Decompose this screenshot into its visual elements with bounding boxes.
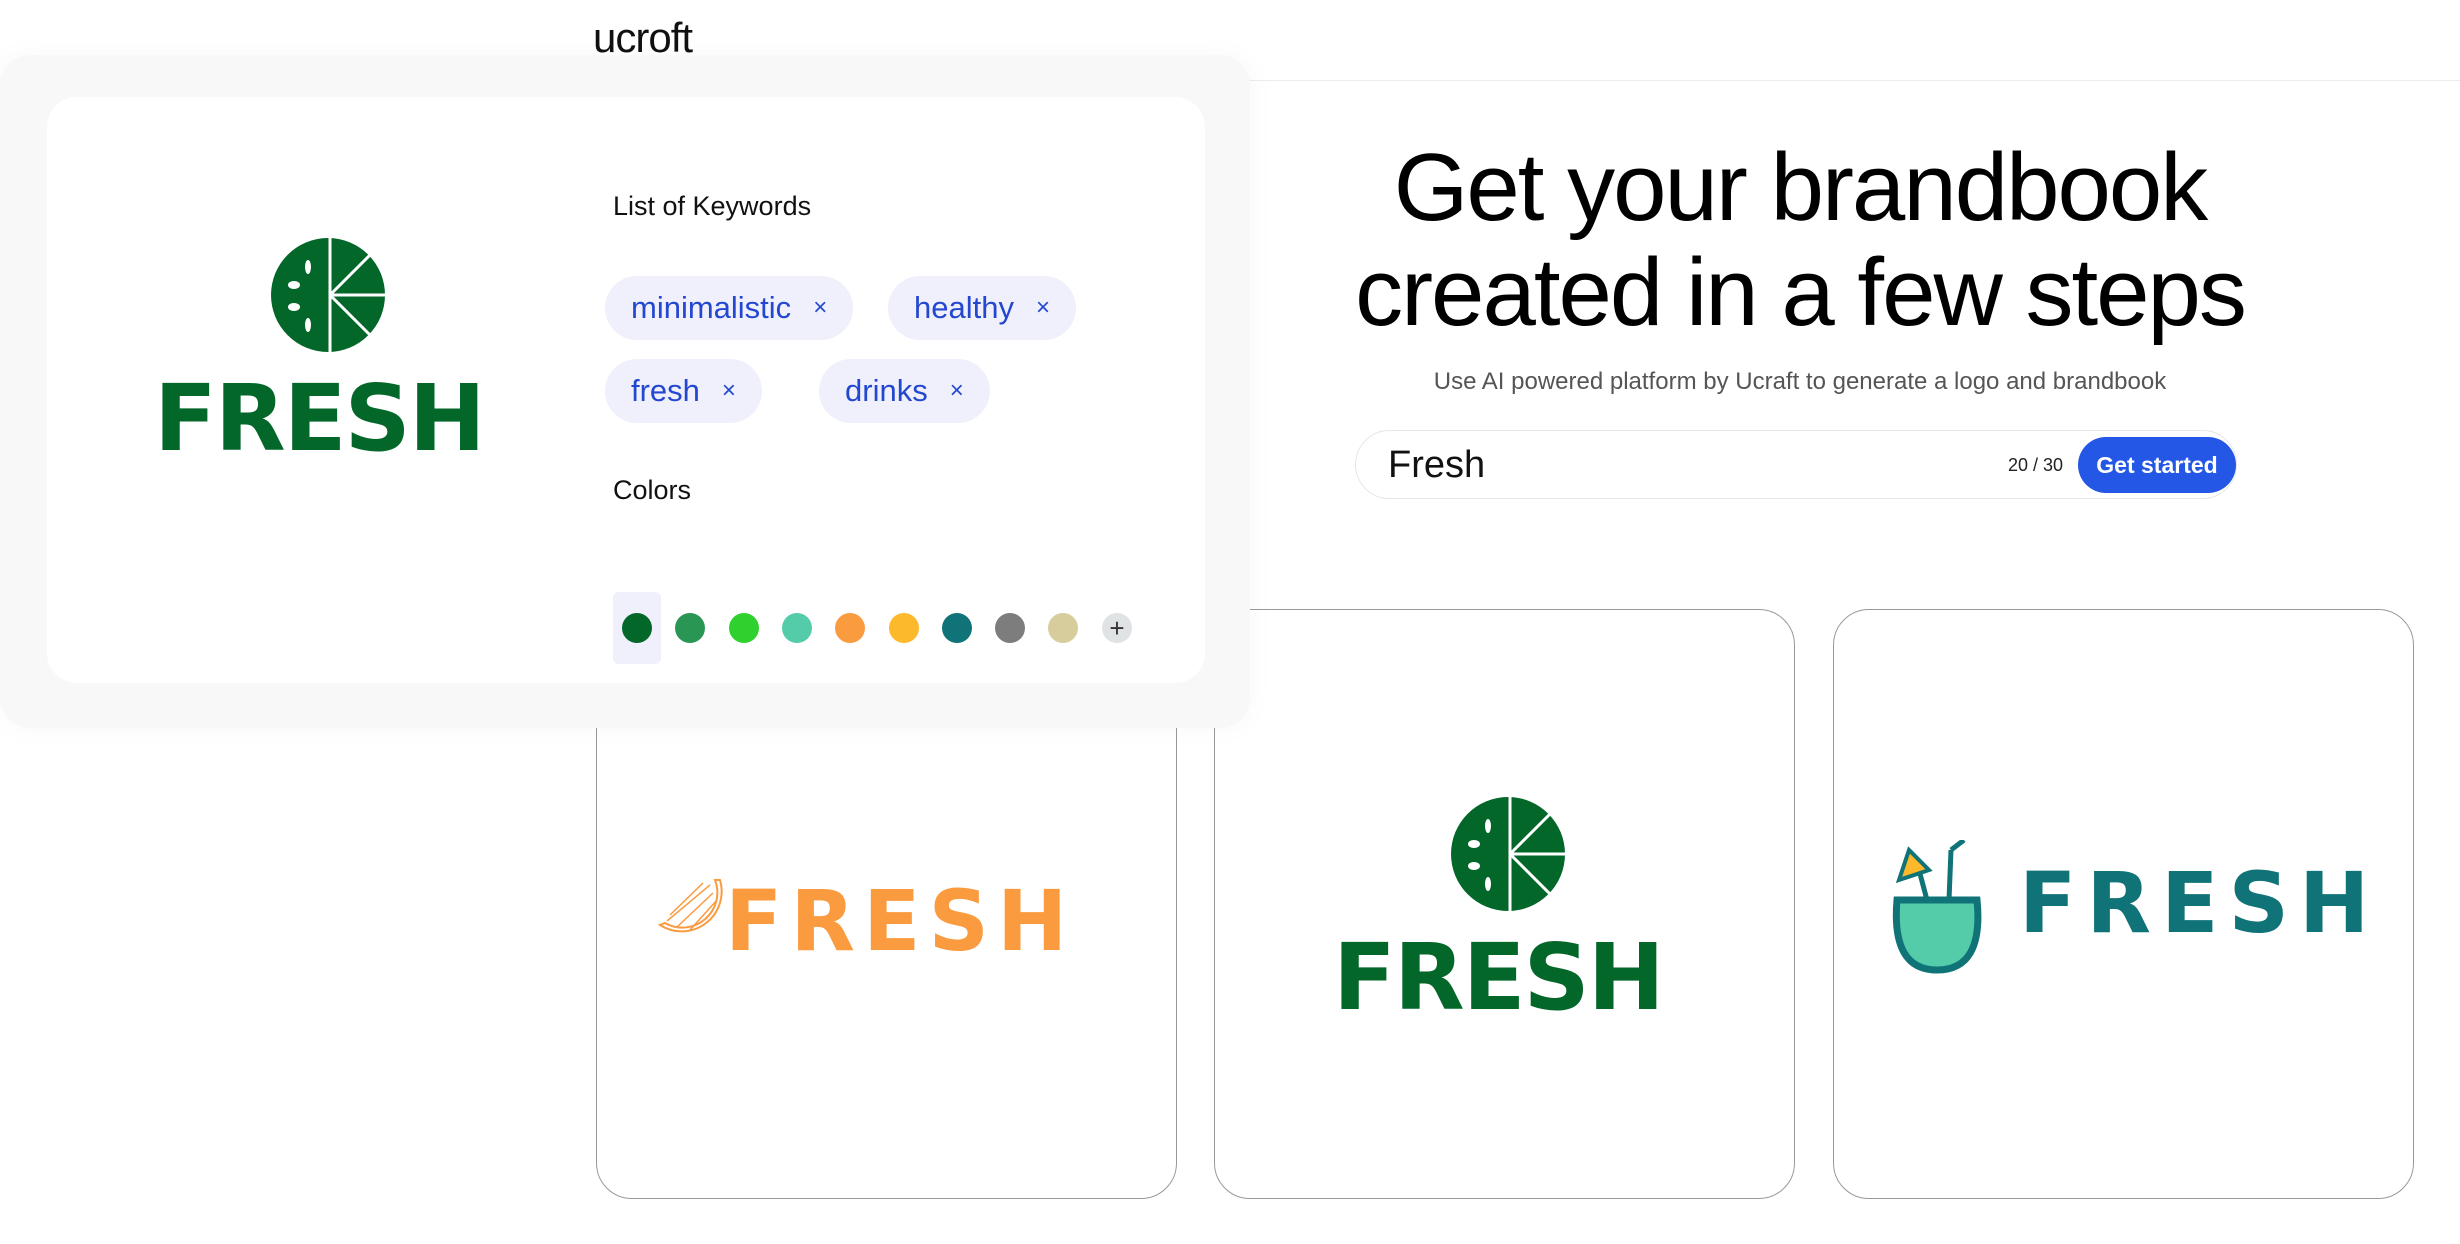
colors-label: Colors — [613, 475, 692, 505]
card-logo-text: FRESH — [725, 872, 1076, 970]
keyword-chip[interactable]: fresh × — [605, 359, 762, 423]
lime-icon — [271, 238, 386, 352]
logo-preview-text: FRESH — [154, 365, 486, 472]
keyword-chip[interactable]: minimalistic × — [605, 276, 854, 340]
color-swatch[interactable] — [781, 613, 812, 643]
character-counter: 20 / 30 — [2008, 455, 2064, 475]
headline-line-2: created in a few steps — [1355, 239, 2247, 346]
brand-name-input[interactable] — [1388, 441, 1988, 489]
color-swatch[interactable] — [888, 613, 919, 643]
card-logo-text: FRESH — [2019, 854, 2380, 952]
headline-line-1: Get your brandbook — [1393, 134, 2209, 241]
close-icon[interactable]: × — [722, 377, 736, 405]
color-swatch[interactable] — [1048, 613, 1079, 643]
color-swatch[interactable] — [675, 613, 706, 643]
orange-slice-icon — [657, 879, 723, 933]
keywords-label: List of Keywords — [613, 191, 812, 221]
card-logo-text: FRESH — [1333, 924, 1665, 1031]
close-icon[interactable]: × — [1036, 294, 1050, 322]
keyword-text: minimalistic — [631, 290, 792, 325]
color-swatch[interactable] — [835, 613, 866, 643]
keyword-text: healthy — [914, 290, 1014, 325]
keyword-chip[interactable]: healthy × — [888, 276, 1076, 340]
coconut-drink-icon — [1892, 840, 1982, 974]
get-started-button[interactable]: Get started — [2078, 437, 2236, 493]
color-swatch[interactable] — [995, 613, 1026, 643]
color-swatch[interactable] — [941, 613, 972, 643]
keyword-text: drinks — [845, 373, 928, 408]
add-color-button[interactable]: + — [1102, 613, 1132, 643]
color-swatch[interactable] — [728, 613, 759, 643]
logo-card-teal[interactable]: FRESH — [1833, 609, 2414, 1199]
brand-settings-card: FRESH List of Keywords minimalistic × hea… — [47, 97, 1205, 683]
lime-icon — [1451, 797, 1566, 911]
logo-card-green[interactable]: FRESH — [1214, 609, 1795, 1199]
keyword-chip[interactable]: drinks × — [819, 359, 990, 423]
color-swatch[interactable] — [622, 613, 652, 643]
close-icon[interactable]: × — [813, 294, 827, 322]
close-icon[interactable]: × — [950, 377, 964, 405]
subtitle: Use AI powered platform by Ucraft to gen… — [1433, 368, 2167, 395]
keyword-text: fresh — [631, 373, 700, 408]
brand-name-search: 20 / 30 Get started — [1355, 430, 2237, 499]
page-title: Get your brandbook created in a few step… — [1300, 135, 2300, 345]
brand-settings-panel: FRESH List of Keywords minimalistic × hea… — [0, 55, 1250, 728]
